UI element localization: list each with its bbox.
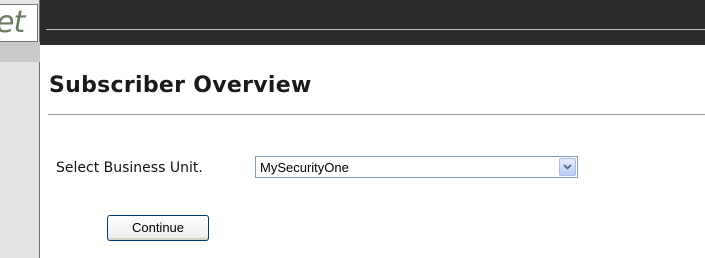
business-unit-label: Select Business Unit. bbox=[56, 160, 203, 176]
business-unit-select[interactable]: MySecurityOne bbox=[255, 156, 578, 178]
logo-text: et bbox=[0, 5, 25, 40]
business-unit-selected-value: MySecurityOne bbox=[260, 160, 349, 175]
header-divider bbox=[46, 29, 705, 30]
chevron-down-icon bbox=[563, 164, 572, 170]
dropdown-button[interactable] bbox=[559, 158, 576, 176]
header-band bbox=[40, 0, 705, 45]
title-divider bbox=[48, 114, 705, 115]
page-title: Subscriber Overview bbox=[49, 73, 312, 98]
logo: et bbox=[0, 4, 38, 42]
continue-button[interactable]: Continue bbox=[107, 215, 209, 241]
logo-shadow bbox=[0, 42, 40, 62]
